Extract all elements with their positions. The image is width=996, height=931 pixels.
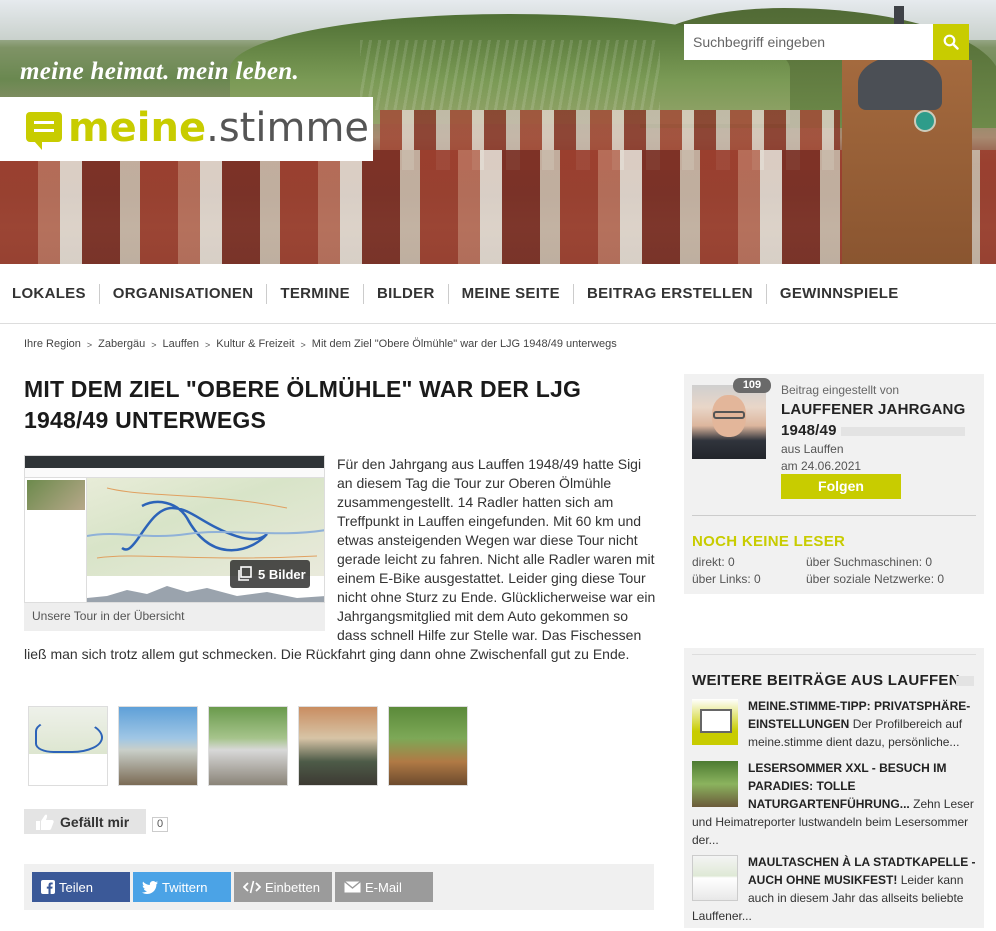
banner-vineyard-rows	[360, 40, 660, 110]
like-label: Gefällt mir	[60, 813, 130, 830]
post-thumbnail	[692, 761, 738, 807]
list-item[interactable]: LESERSOMMER XXL - BESUCH IM PARADIES: TO…	[692, 759, 976, 849]
post-thumbnail	[692, 855, 738, 901]
share-email-label: E-Mail	[365, 879, 402, 895]
share-facebook-label: Teilen	[59, 879, 93, 895]
title-decoration-bar	[956, 676, 974, 686]
logo-text: meine.stimme	[68, 105, 370, 151]
thumbnail-route-line	[35, 719, 103, 753]
code-icon	[243, 880, 261, 894]
nav-item-lokales[interactable]: LOKALES	[12, 284, 99, 304]
readers-title: NOCH KEINE LESER	[692, 533, 846, 550]
image-caption: Unsere Tour in der Übersicht	[24, 603, 325, 631]
site-logo[interactable]: meine.stimme	[0, 97, 373, 161]
thumbnail-photo[interactable]	[298, 706, 378, 786]
follow-button[interactable]: Folgen	[781, 474, 901, 499]
main-nav: LOKALES ORGANISATIONEN TERMINE BILDER ME…	[0, 264, 996, 324]
envelope-icon	[344, 881, 361, 893]
banner-tower-dome	[858, 56, 942, 110]
search-input[interactable]	[684, 24, 933, 60]
route-map-screenshot: 5 Bilder	[24, 455, 325, 603]
chevron-right-icon: >	[205, 340, 211, 350]
search-bar	[684, 24, 969, 60]
search-icon	[943, 34, 959, 50]
thumbnail-photo[interactable]	[388, 706, 468, 786]
breadcrumb-item[interactable]: Kultur & Freizeit	[216, 338, 294, 352]
map-sidebar-photo	[27, 480, 85, 510]
thumbs-up-icon	[36, 814, 54, 830]
readers-direct: direkt: 0	[692, 555, 735, 569]
more-posts-box: WEITERE BEITRÄGE AUS LAUFFEN MEINE.STIMM…	[684, 648, 984, 928]
avatar[interactable]	[692, 385, 766, 459]
author-location: aus Lauffen	[781, 442, 844, 456]
nav-item-gewinnspiele[interactable]: GEWINNSPIELE	[765, 283, 912, 304]
author-name[interactable]: LAUFFENER JAHRGANG 1948/49	[781, 399, 977, 441]
breadcrumb-item[interactable]: Ihre Region	[24, 338, 81, 352]
like-widget: Gefällt mir 0	[24, 809, 169, 834]
divider	[692, 515, 976, 516]
tagline: meine heimat. mein leben.	[20, 58, 300, 85]
thumbnail-map[interactable]	[28, 706, 108, 786]
list-item[interactable]: MEINE.STIMME-TIPP: PRIVATSPHÄRE-EINSTELL…	[692, 697, 976, 751]
share-email-button[interactable]: E-Mail	[335, 872, 433, 902]
article-main-image[interactable]: 5 Bilder Unsere Tour in der Übersicht	[24, 455, 325, 631]
nav-item-termine[interactable]: TERMINE	[266, 283, 363, 304]
gallery-icon	[238, 566, 252, 581]
map-app-titlebar	[25, 468, 324, 478]
more-posts-title: WEITERE BEITRÄGE AUS LAUFFEN	[692, 672, 960, 689]
embed-button[interactable]: Einbetten	[234, 872, 332, 902]
readers-links: über Links: 0	[692, 572, 761, 586]
author-name-placeholder-bar	[840, 426, 965, 436]
map-app-sidebar	[25, 478, 87, 602]
embed-label: Einbetten	[265, 879, 320, 895]
breadcrumb-item[interactable]: Zabergäu	[98, 338, 145, 352]
share-facebook-button[interactable]: Teilen	[32, 872, 130, 902]
nav-item-bilder[interactable]: BILDER	[362, 283, 448, 304]
readers-social: über soziale Netzwerke: 0	[806, 572, 945, 586]
search-button[interactable]	[933, 24, 969, 60]
breadcrumb: Ihre Region > Zabergäu > Lauffen > Kultu…	[24, 338, 617, 352]
readers-search: über Suchmaschinen: 0	[806, 555, 933, 569]
speech-bubble-icon	[26, 112, 62, 150]
share-twitter-label: Twittern	[162, 879, 208, 895]
share-twitter-button[interactable]: Twittern	[133, 872, 231, 902]
images-count-badge[interactable]: 5 Bilder	[230, 560, 310, 588]
nav-item-meine-seite[interactable]: MEINE SEITE	[447, 283, 573, 304]
nav-item-organisationen[interactable]: ORGANISATIONEN	[98, 283, 267, 304]
divider	[692, 654, 976, 655]
post-date: am 24.06.2021	[781, 459, 862, 473]
chevron-right-icon: >	[300, 340, 306, 350]
nav-item-beitrag-erstellen[interactable]: BEITRAG ERSTELLEN	[572, 283, 766, 304]
breadcrumb-current: Mit dem Ziel "Obere Ölmühle" war der LJG…	[311, 338, 617, 350]
thumbnail-photo[interactable]	[118, 706, 198, 786]
posted-by-label: Beitrag eingestellt von	[781, 383, 900, 397]
avatar-glasses	[713, 411, 745, 419]
chevron-right-icon: >	[86, 340, 93, 350]
images-count-label: 5 Bilder	[258, 566, 306, 582]
author-box: 109 Beitrag eingestellt von LAUFFENER JA…	[684, 374, 984, 594]
like-button[interactable]: Gefällt mir	[24, 809, 146, 834]
twitter-icon	[142, 880, 158, 894]
author-post-count-badge: 109	[733, 378, 771, 393]
like-count: 0	[152, 817, 169, 832]
banner-clock	[914, 110, 936, 132]
post-thumbnail	[692, 699, 738, 745]
article-title: MIT DEM ZIEL "OBERE ÖLMÜHLE" WAR DER LJG…	[24, 376, 582, 433]
share-bar: Teilen Twittern Einbetten E-Mail	[24, 864, 654, 910]
chevron-right-icon: >	[151, 340, 157, 350]
map-app-topbar	[25, 456, 324, 468]
thumbnail-photo[interactable]	[208, 706, 288, 786]
image-thumbnails	[28, 706, 468, 786]
facebook-icon	[41, 880, 55, 894]
breadcrumb-item[interactable]: Lauffen	[163, 338, 200, 352]
list-item[interactable]: MAULTASCHEN À LA STADTKAPELLE - AUCH OHN…	[692, 853, 976, 925]
